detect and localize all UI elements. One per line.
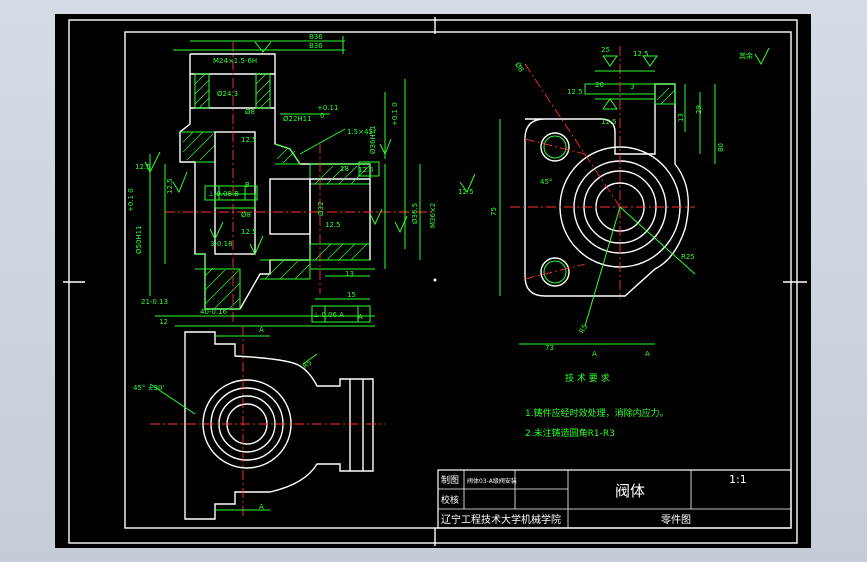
roughness-label-h: 12.5 [633,50,649,58]
dim-29: 29 [695,105,703,114]
dim-angle-45: 45° ±30' [133,384,164,392]
notes-title: 技 术 要 求 [565,372,610,384]
tolerance-frame-a: ⊥ 0.06 A [313,311,344,319]
dim-20: 20 [595,81,604,89]
section-a-bottom-right: A [645,350,650,358]
drawing-type: 零件图 [661,514,691,526]
section-a-top: A [259,326,264,334]
dim-r25: R25 [681,253,695,261]
dim-d22h11-tol-upper: +0.11 [317,104,338,112]
dim-m36: M36×2 [429,203,437,228]
tolerance-frame-b: ⊥ 0.08 B [208,190,239,198]
dim-18: 18 [340,165,349,173]
dim-d8-hole: Ø8 [513,61,525,74]
outer-border [68,19,798,544]
section-a-top-right: A [592,350,597,358]
dim-d22h11: Ø22H11 [283,115,312,123]
check-label: 校核 [441,494,459,506]
notes-line-1: 1.铸件应经时效处理，消除内应力。 [525,407,669,419]
top-view [149,326,385,520]
dim-d22h11-tol-lower: 0 [320,112,324,120]
roughness-label-g: 12.5 [358,166,374,174]
dim-40-tol: 40-0.16 [200,308,228,316]
drawing-canvas: B36 B36 M24×1.5-6H Ø24.3 Ø22H11 +0.11 0 … [63,17,807,546]
dim-b36-top: B36 [309,33,323,41]
roughness-label-f: 12.5 [241,136,257,144]
dim-d32: Ø32 [317,202,325,216]
datum-a: A [358,313,363,321]
dim-r5: R5 [578,323,590,335]
inner-border [124,31,792,529]
dim-3: 3 [630,83,634,91]
school-name: 辽宁工程技术大学机械学院 [441,513,561,526]
dim-3-tol: 3-0.18 [210,240,233,248]
drawn-label: 制图 [441,474,459,486]
dim-45deg: 45° [540,178,552,186]
side-view [499,46,770,345]
dim-21-tol: 21-0.13 [141,298,168,306]
roughness-label-i: 12.5 [601,118,617,126]
main-section-view [144,36,476,327]
dim-12: 12 [159,318,168,326]
dim-d50h11-tol: +0.1 0 [127,188,135,212]
dim-12-5-top: 12.5 [567,88,583,96]
dim-15: 15 [347,291,356,299]
center-dot [433,278,437,282]
notes-line-2: 2.未注铸造圆角R1-R3 [525,427,615,439]
scale-value: 1:1 [729,473,747,486]
roughness-label-a: 12.5 [135,163,151,171]
roughness-label-e: 12.5 [458,188,474,196]
part-name: 阀体 [615,482,645,500]
roughness-label-b: 12.5 [166,178,174,194]
dim-d36h11: Ø36H11 [369,125,377,154]
dim-13: 13 [345,270,354,278]
datum-b: B [245,181,250,189]
dim-d8-top: Ø8 [245,108,255,116]
section-a-bottom: A [259,503,264,511]
cad-viewport[interactable]: B36 B36 M24×1.5-6H Ø24.3 Ø22H11 +0.11 0 … [55,14,811,548]
dim-b36-second: B36 [309,42,323,50]
dim-d24: Ø24.3 [217,90,238,98]
dim-d8-bore: Ø8 [241,211,251,219]
others-label: 其余 [739,51,753,60]
roughness-label-d: 12.5 [325,221,341,229]
dim-d50h11: Ø50H11 [135,225,143,254]
dim-75: 75 [490,207,498,216]
dim-25: 25 [601,46,610,54]
roughness-label-c: 12.5 [241,228,257,236]
dim-13-right: 13 [677,113,685,122]
drawn-value: 阀体03-A级阀安装 [467,477,517,485]
dim-80: 80 [717,143,725,152]
dim-73: 73 [545,344,554,352]
dim-m24: M24×1.5-6H [213,57,257,65]
dim-d36-5: Ø36.5 [411,203,419,224]
dim-d36h11-tol: +0.1 0 [391,102,399,126]
